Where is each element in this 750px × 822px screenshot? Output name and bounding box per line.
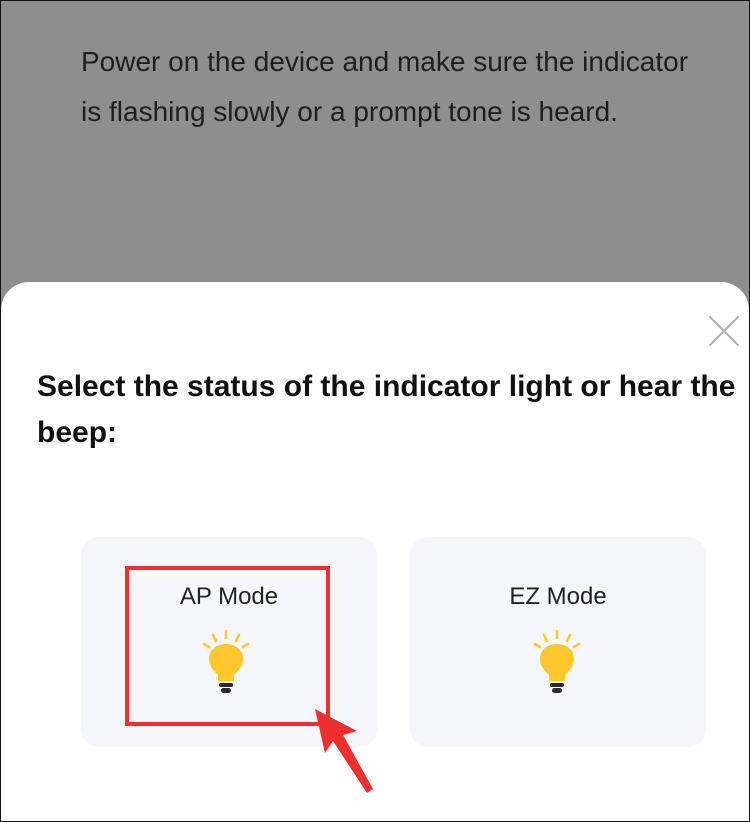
light-bulb-icon xyxy=(527,629,587,699)
ap-mode-option[interactable]: AP Mode xyxy=(81,537,377,747)
light-bulb-icon xyxy=(196,629,256,699)
close-icon xyxy=(708,315,740,347)
ez-mode-label: EZ Mode xyxy=(509,583,607,610)
indicator-status-sheet: Select the status of the indicator light… xyxy=(1,282,749,821)
setup-instruction-text: Power on the device and make sure the in… xyxy=(81,46,689,127)
sheet-title: Select the status of the indicator light… xyxy=(37,370,736,449)
close-button[interactable] xyxy=(707,314,741,348)
ez-mode-option[interactable]: EZ Mode xyxy=(410,537,706,747)
ap-mode-label: AP Mode xyxy=(179,583,279,610)
screenshot-frame: Power on the device and make sure the in… xyxy=(0,0,750,822)
